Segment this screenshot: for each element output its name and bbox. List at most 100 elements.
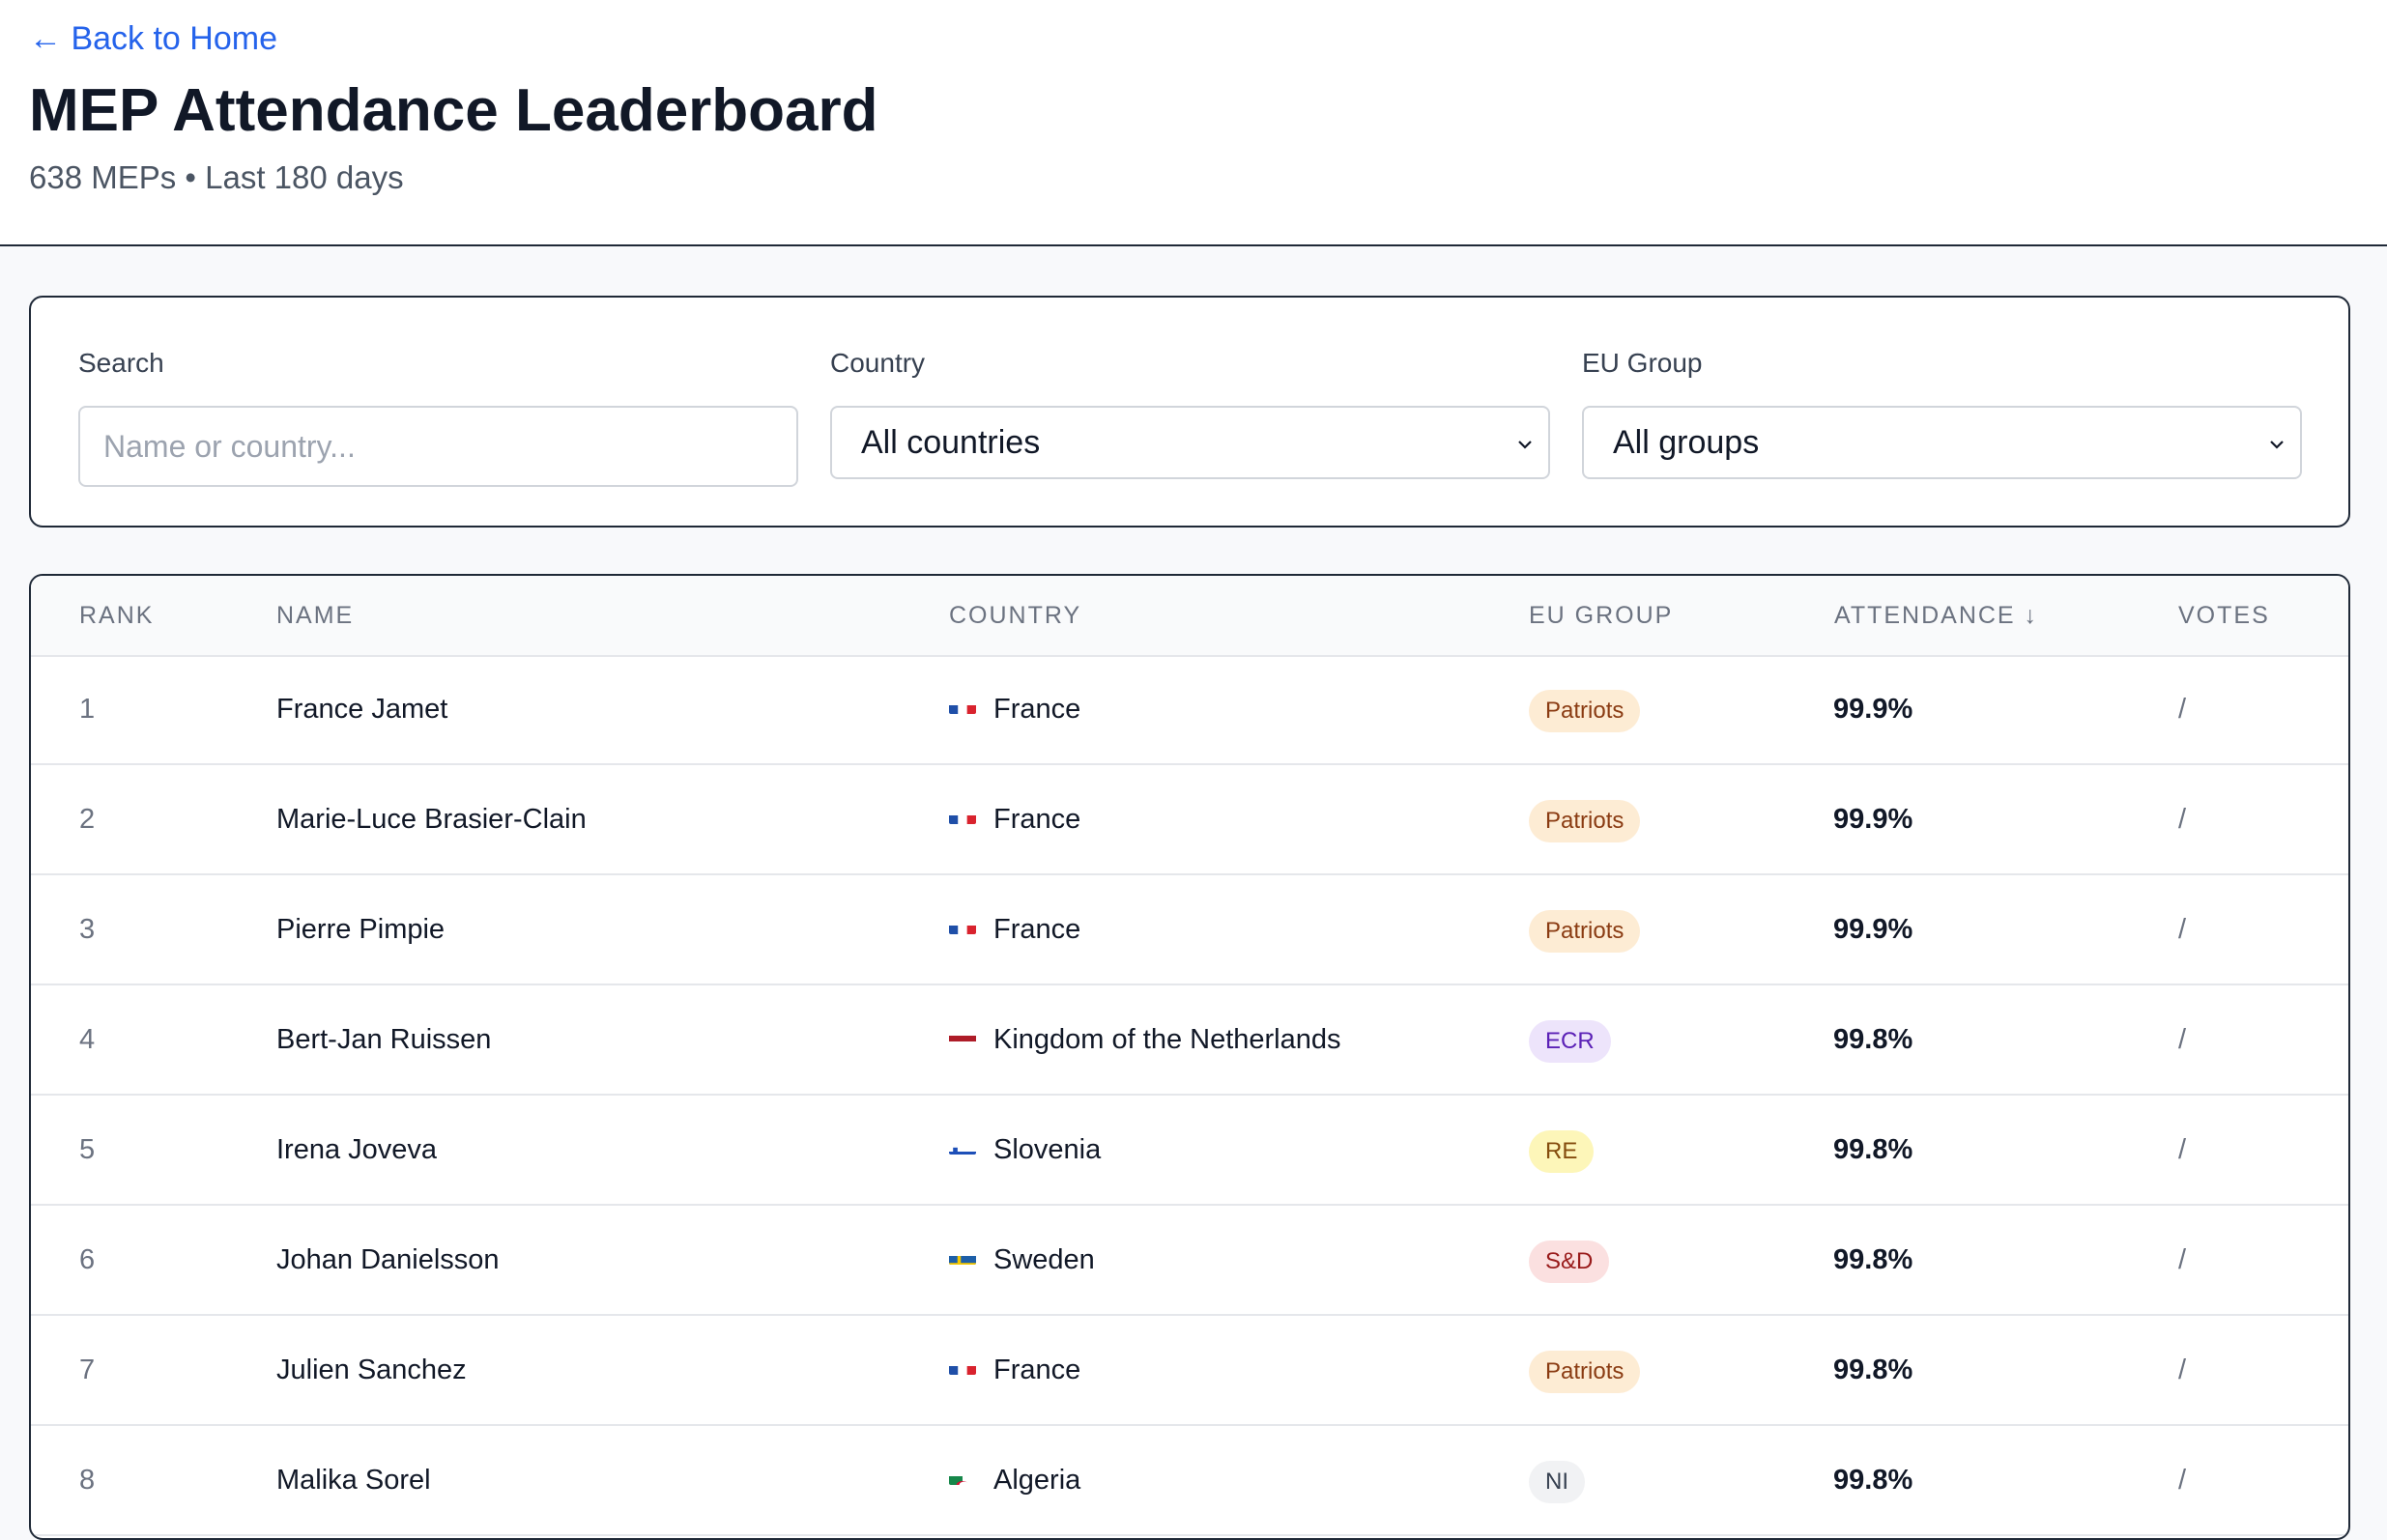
country-name: Slovenia — [993, 1134, 1102, 1165]
country-cell: France — [949, 692, 1080, 727]
attendance-cell: 99.8% — [1833, 1024, 1913, 1055]
column-header-attendance[interactable]: ATTENDANCE ↓ — [1834, 599, 2038, 632]
country-name: Kingdom of the Netherlands — [993, 1024, 1341, 1055]
country-name: Sweden — [993, 1244, 1095, 1275]
eu-group-cell: Patriots — [1529, 690, 1641, 732]
flag-fr-icon — [949, 1357, 976, 1375]
rank-cell: 3 — [79, 914, 96, 945]
attendance-cell: 99.8% — [1833, 1134, 1913, 1165]
table-row[interactable]: 4 Bert-Jan Ruissen Kingdom of the Netherla… — [31, 985, 2348, 1096]
table-row[interactable]: 7 Julien Sanchez France Patriots 99.8% / — [31, 1316, 2348, 1426]
name-cell: Bert-Jan Ruissen — [276, 1024, 492, 1055]
eu-group-cell: Patriots — [1529, 910, 1641, 953]
country-name: France — [993, 914, 1081, 945]
group-badge: S&D — [1529, 1241, 1610, 1283]
name-cell: Malika Sorel — [276, 1465, 431, 1496]
table-row[interactable]: 3 Pierre Pimpie France Patriots 99.9% / — [31, 875, 2348, 985]
name-cell: Julien Sanchez — [276, 1355, 467, 1385]
chevron-down-icon — [1518, 441, 1532, 449]
attendance-cell: 99.9% — [1833, 694, 1913, 725]
group-select[interactable]: All groups — [1582, 406, 2302, 479]
flag-dz-icon — [949, 1468, 976, 1485]
flag-se-icon — [949, 1247, 976, 1265]
country-name: Algeria — [993, 1465, 1081, 1496]
column-header-rank[interactable]: RANK — [79, 599, 154, 632]
flag-fr-icon — [949, 917, 976, 934]
search-filter: Search — [78, 346, 798, 487]
attendance-cell: 99.8% — [1833, 1355, 1913, 1385]
votes-cell: / — [2178, 1244, 2187, 1275]
group-filter: EU Group All groups — [1582, 346, 2302, 479]
filter-panel: Search Country All countries EU Group Al… — [29, 296, 2350, 528]
votes-cell: / — [2178, 1355, 2187, 1385]
group-badge: RE — [1529, 1130, 1595, 1173]
flag-si-icon — [949, 1137, 976, 1155]
leaderboard-table: RANK NAME COUNTRY EU GROUP ATTENDANCE ↓ … — [29, 574, 2350, 1540]
table-header: RANK NAME COUNTRY EU GROUP ATTENDANCE ↓ … — [31, 576, 2348, 657]
search-input[interactable] — [78, 406, 798, 487]
country-cell: France — [949, 1353, 1080, 1387]
votes-cell: / — [2178, 914, 2187, 945]
column-header-votes[interactable]: VOTES — [2178, 599, 2270, 632]
country-cell: Kingdom of the Netherlands — [949, 1022, 1341, 1057]
eu-group-cell: ECR — [1529, 1020, 1611, 1063]
rank-cell: 7 — [79, 1355, 96, 1385]
page-header: ← Back to Home MEP Attendance Leaderboar… — [0, 0, 2387, 246]
attendance-cell: 99.8% — [1833, 1244, 1913, 1275]
votes-cell: / — [2178, 804, 2187, 835]
flag-fr-icon — [949, 807, 976, 824]
chevron-down-icon — [2270, 441, 2284, 449]
table-row[interactable]: 5 Irena Joveva Slovenia RE 99.8% / — [31, 1096, 2348, 1206]
group-label: EU Group — [1582, 348, 1703, 378]
table-row[interactable]: 1 France Jamet France Patriots 99.9% / — [31, 655, 2348, 765]
name-cell: Johan Danielsson — [276, 1244, 500, 1275]
votes-cell: / — [2178, 1024, 2187, 1055]
flag-nl-icon — [949, 1027, 976, 1044]
attendance-cell: 99.9% — [1833, 804, 1913, 835]
back-to-home-link[interactable]: ← Back to Home — [29, 17, 277, 60]
rank-cell: 1 — [79, 694, 96, 725]
rank-cell: 5 — [79, 1134, 96, 1165]
name-cell: Irena Joveva — [276, 1134, 438, 1165]
country-cell: France — [949, 912, 1080, 947]
country-select[interactable]: All countries — [830, 406, 1550, 479]
eu-group-cell: NI — [1529, 1461, 1585, 1503]
group-badge: ECR — [1529, 1020, 1611, 1063]
group-badge: Patriots — [1529, 1351, 1641, 1393]
eu-group-cell: Patriots — [1529, 800, 1641, 842]
table-row[interactable]: 6 Johan Danielsson Sweden S&D 99.8% / — [31, 1206, 2348, 1316]
votes-cell: / — [2178, 1134, 2187, 1165]
column-header-eu-group[interactable]: EU GROUP — [1529, 599, 1673, 632]
country-name: France — [993, 1355, 1081, 1385]
votes-cell: / — [2178, 1465, 2187, 1496]
rank-cell: 6 — [79, 1244, 96, 1275]
eu-group-cell: S&D — [1529, 1241, 1610, 1283]
group-badge: Patriots — [1529, 690, 1641, 732]
name-cell: Marie-Luce Brasier-Clain — [276, 804, 587, 835]
group-select-value: All groups — [1613, 424, 1760, 461]
attendance-cell: 99.9% — [1833, 914, 1913, 945]
flag-fr-icon — [949, 697, 976, 714]
group-badge: NI — [1529, 1461, 1585, 1503]
country-label: Country — [830, 348, 926, 378]
country-cell: Algeria — [949, 1463, 1080, 1497]
name-cell: France Jamet — [276, 694, 448, 725]
votes-cell: / — [2178, 694, 2187, 725]
group-badge: Patriots — [1529, 800, 1641, 842]
group-badge: Patriots — [1529, 910, 1641, 953]
name-cell: Pierre Pimpie — [276, 914, 446, 945]
column-header-name[interactable]: NAME — [276, 599, 354, 632]
table-row[interactable]: 2 Marie-Luce Brasier-Clain France Patriots 9… — [31, 765, 2348, 875]
rank-cell: 2 — [79, 804, 96, 835]
rank-cell: 8 — [79, 1465, 96, 1496]
column-header-country[interactable]: COUNTRY — [949, 599, 1081, 632]
country-cell: France — [949, 802, 1080, 837]
page-title: MEP Attendance Leaderboard — [29, 77, 878, 144]
country-name: France — [993, 694, 1081, 725]
page-subtitle: 638 MEPs • Last 180 days — [29, 159, 404, 195]
eu-group-cell: Patriots — [1529, 1351, 1641, 1393]
table-row[interactable]: 8 Malika Sorel Algeria NI 99.8% / — [31, 1426, 2348, 1536]
country-cell: Slovenia — [949, 1132, 1101, 1167]
country-name: France — [993, 804, 1081, 835]
country-cell: Sweden — [949, 1242, 1095, 1277]
